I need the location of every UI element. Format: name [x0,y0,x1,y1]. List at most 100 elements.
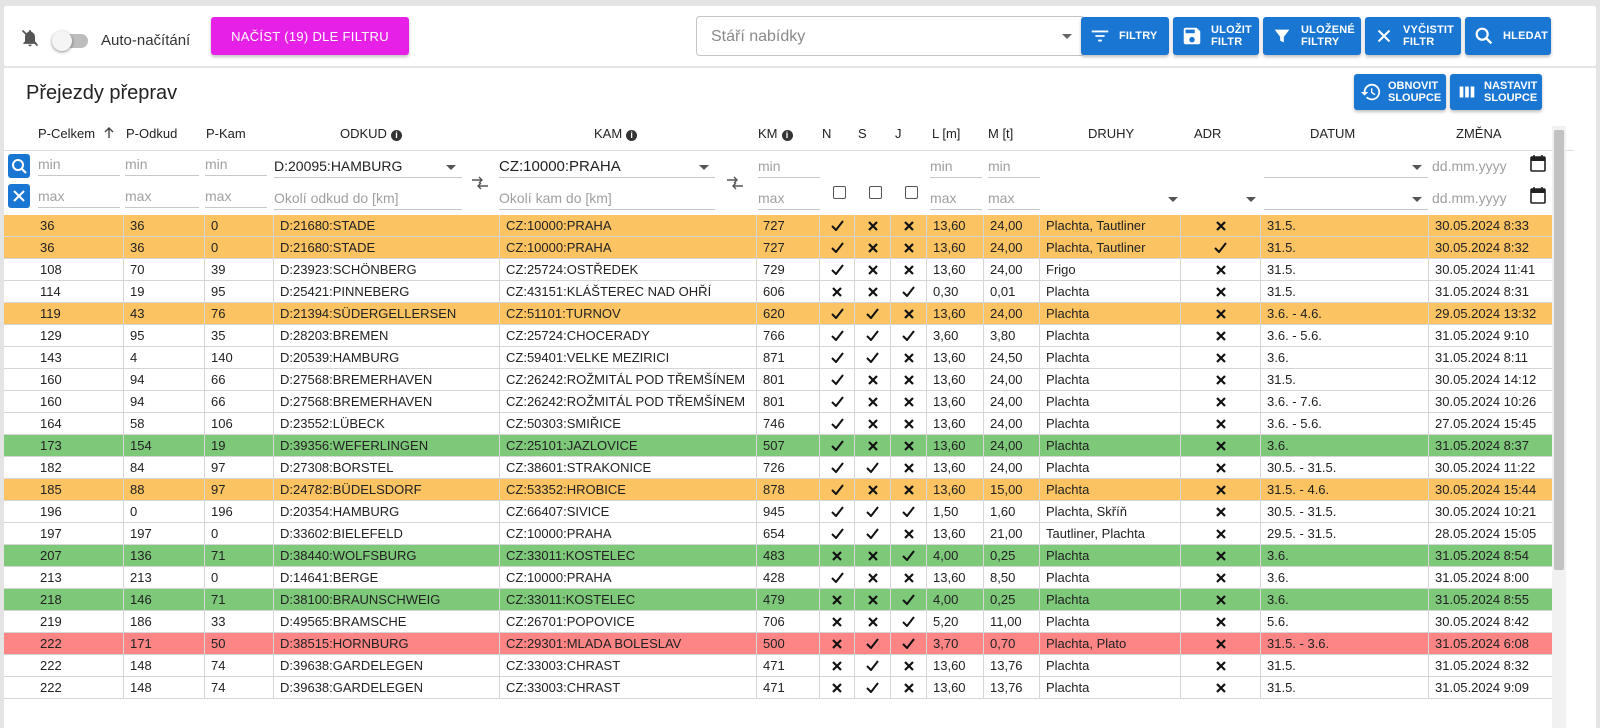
filter-clear-button[interactable] [8,184,30,208]
p-kam-min-input[interactable]: min [205,152,267,176]
table-row[interactable]: 143 4 140 D:20539:HAMBURG CZ:59401:VELKE MEZ… [4,347,1552,369]
table-row[interactable]: 129 95 35 D:28203:BREMEN CZ:25724:CHOCERADY 7… [4,325,1552,347]
header-zmena[interactable]: ZMĚNA [1456,126,1502,146]
p-kam-max-input[interactable]: max [205,184,267,208]
zmena-from-input[interactable]: dd.mm.yyyy [1432,154,1526,178]
cell-pk: 196 [205,501,274,522]
header-l[interactable]: L [m] [932,126,960,146]
datum-to-select[interactable] [1264,186,1428,210]
adr-select[interactable] [1186,186,1262,210]
table-row[interactable]: 36 36 0 D:21680:STADE CZ:10000:PRAHA 727 13,60… [4,237,1552,259]
chevron-down-icon [446,165,456,170]
notifications-off-icon[interactable] [20,28,40,48]
m-min-input[interactable]: min [988,154,1040,178]
l-min-input[interactable]: min [930,154,982,178]
filters-button[interactable]: FILTRY [1081,17,1169,55]
header-s[interactable]: S [858,126,867,146]
header-m[interactable]: M [t] [988,126,1013,146]
km-max-input[interactable]: max [758,186,820,210]
cell-j [891,237,927,258]
header-j[interactable]: J [895,126,902,146]
n-checkbox[interactable] [833,186,846,199]
calendar-icon[interactable] [1530,154,1546,172]
km-min-input[interactable]: min [758,154,820,178]
table-row[interactable]: 213 213 0 D:14641:BERGE CZ:10000:PRAHA 428 13,… [4,567,1552,589]
kam-select[interactable]: CZ:10000:PRAHA [499,154,715,178]
header-p-odkud[interactable]: P-Odkud [126,126,177,146]
table-row[interactable]: 185 88 97 D:24782:BÜDELSDORF CZ:53352:HROBIC… [4,479,1552,501]
transport-table-body: 36 36 0 D:21680:STADE CZ:10000:PRAHA 727 13,60… [4,215,1552,699]
cross-icon [832,639,842,649]
save-filter-button[interactable]: ULOŽIT FILTR [1173,17,1259,55]
table-row[interactable]: 160 94 66 D:27568:BREMERHAVEN CZ:26242:ROŽMI… [4,391,1552,413]
zmena-to-input[interactable]: dd.mm.yyyy [1432,186,1526,210]
p-odkud-min-input[interactable]: min [125,152,199,176]
calendar-icon[interactable] [1530,186,1546,204]
saved-filters-button[interactable]: ULOŽENÉ FILTRY [1263,17,1361,55]
header-kam[interactable]: KAM i [594,126,638,146]
refresh-columns-button[interactable]: OBNOVIT SLOUPCE [1354,74,1446,110]
info-icon[interactable]: i [781,130,793,141]
table-row[interactable]: 222 148 74 D:39638:GARDELEGEN CZ:33003:CHRAS… [4,655,1552,677]
cross-icon [903,661,914,671]
s-checkbox[interactable] [869,186,882,199]
header-odkud[interactable]: ODKUD i [340,126,402,146]
p-celkem-max-input[interactable]: max [38,184,120,208]
odkud-select[interactable]: D:20095:HAMBURG [274,154,462,178]
table-row[interactable]: 160 94 66 D:27568:BREMERHAVEN CZ:26242:ROŽMI… [4,369,1552,391]
header-druhy[interactable]: DRUHY [1088,126,1134,146]
header-datum[interactable]: DATUM [1310,126,1355,146]
header-n[interactable]: N [822,126,831,146]
p-odkud-max-input[interactable]: max [125,184,199,208]
cell-m: 24,00 [984,435,1040,456]
auto-load-toggle[interactable] [52,31,88,51]
cell-druhy: Plachta, Plato [1040,633,1181,654]
offer-age-select[interactable]: Stáří nabídky [696,16,1085,56]
table-row[interactable]: 222 148 74 D:39638:GARDELEGEN CZ:33003:CHRAS… [4,677,1552,699]
table-row[interactable]: 197 197 0 D:33602:BIELEFELD CZ:10000:PRAHA 65… [4,523,1552,545]
m-max-input[interactable]: max [988,186,1040,210]
setup-columns-button[interactable]: NASTAVIT SLOUPCE [1450,74,1542,110]
druhy-select[interactable] [1044,186,1184,210]
p-celkem-min-input[interactable]: min [38,152,120,176]
header-p-celkem[interactable]: P-Celkem [38,126,115,146]
table-row[interactable]: 182 84 97 D:27308:BORSTEL CZ:38601:STRAKONIC… [4,457,1552,479]
table-row[interactable]: 222 171 50 D:38515:HORNBURG CZ:29301:MLADA B… [4,633,1552,655]
cell-adr [1181,655,1261,676]
table-row[interactable]: 119 43 76 D:21394:SÜDERGELLERSEN CZ:51101:TU… [4,303,1552,325]
l-max-input[interactable]: max [930,186,982,210]
swap-icon[interactable] [470,176,490,190]
odkud-radius-input[interactable]: Okolí odkud do [km] [274,186,462,210]
table-row[interactable]: 36 36 0 D:21680:STADE CZ:10000:PRAHA 727 13,60… [4,215,1552,237]
header-adr[interactable]: ADR [1194,126,1221,146]
cell-l: 13,60 [927,369,984,390]
search-button[interactable]: HLEDAT [1465,17,1551,55]
header-km[interactable]: KM i [758,126,793,146]
header-p-kam[interactable]: P-Kam [206,126,246,146]
swap-icon[interactable] [725,176,745,190]
j-checkbox[interactable] [905,186,918,199]
info-icon[interactable]: i [626,130,638,141]
table-row[interactable]: 207 136 71 D:38440:WOLFSBURG CZ:33011:KOSTEL… [4,545,1552,567]
kam-radius-input[interactable]: Okolí kam do [km] [499,186,715,210]
table-row[interactable]: 164 58 106 D:23552:LÜBECK CZ:50303:SMIŘICE 74… [4,413,1552,435]
load-by-filter-button[interactable]: NAČÍST (19) DLE FILTRU [211,17,409,55]
table-row[interactable]: 114 19 95 D:25421:PINNEBERG CZ:43151:KLÁŠTER… [4,281,1552,303]
cell-km: 500 [757,633,820,654]
scrollbar-thumb[interactable] [1554,130,1564,570]
cross-icon [1215,485,1226,495]
filter-search-button[interactable] [8,154,30,178]
table-row[interactable]: 108 70 39 D:23923:SCHÖNBERG CZ:25724:OSTŘEDE… [4,259,1552,281]
datum-from-select[interactable] [1264,154,1428,178]
table-row[interactable]: 218 146 71 D:38100:BRAUNSCHWEIG CZ:33011:KOS… [4,589,1552,611]
cell-l: 3,60 [927,325,984,346]
chevron-down-icon [1168,197,1178,202]
table-row[interactable]: 196 0 196 D:20354:HAMBURG CZ:66407:SIVICE 945… [4,501,1552,523]
table-row[interactable]: 219 186 33 D:49565:BRAMSCHE CZ:26701:POPOVIC… [4,611,1552,633]
cell-m: 24,00 [984,259,1040,280]
info-icon[interactable]: i [390,130,402,141]
clear-filter-button[interactable]: VYČISTIT FILTR [1365,17,1461,55]
table-row[interactable]: 173 154 19 D:39356:WEFERLINGEN CZ:25101:JAZL… [4,435,1552,457]
cell-odkud: D:20539:HAMBURG [274,347,500,368]
cell-po: 94 [124,369,205,390]
